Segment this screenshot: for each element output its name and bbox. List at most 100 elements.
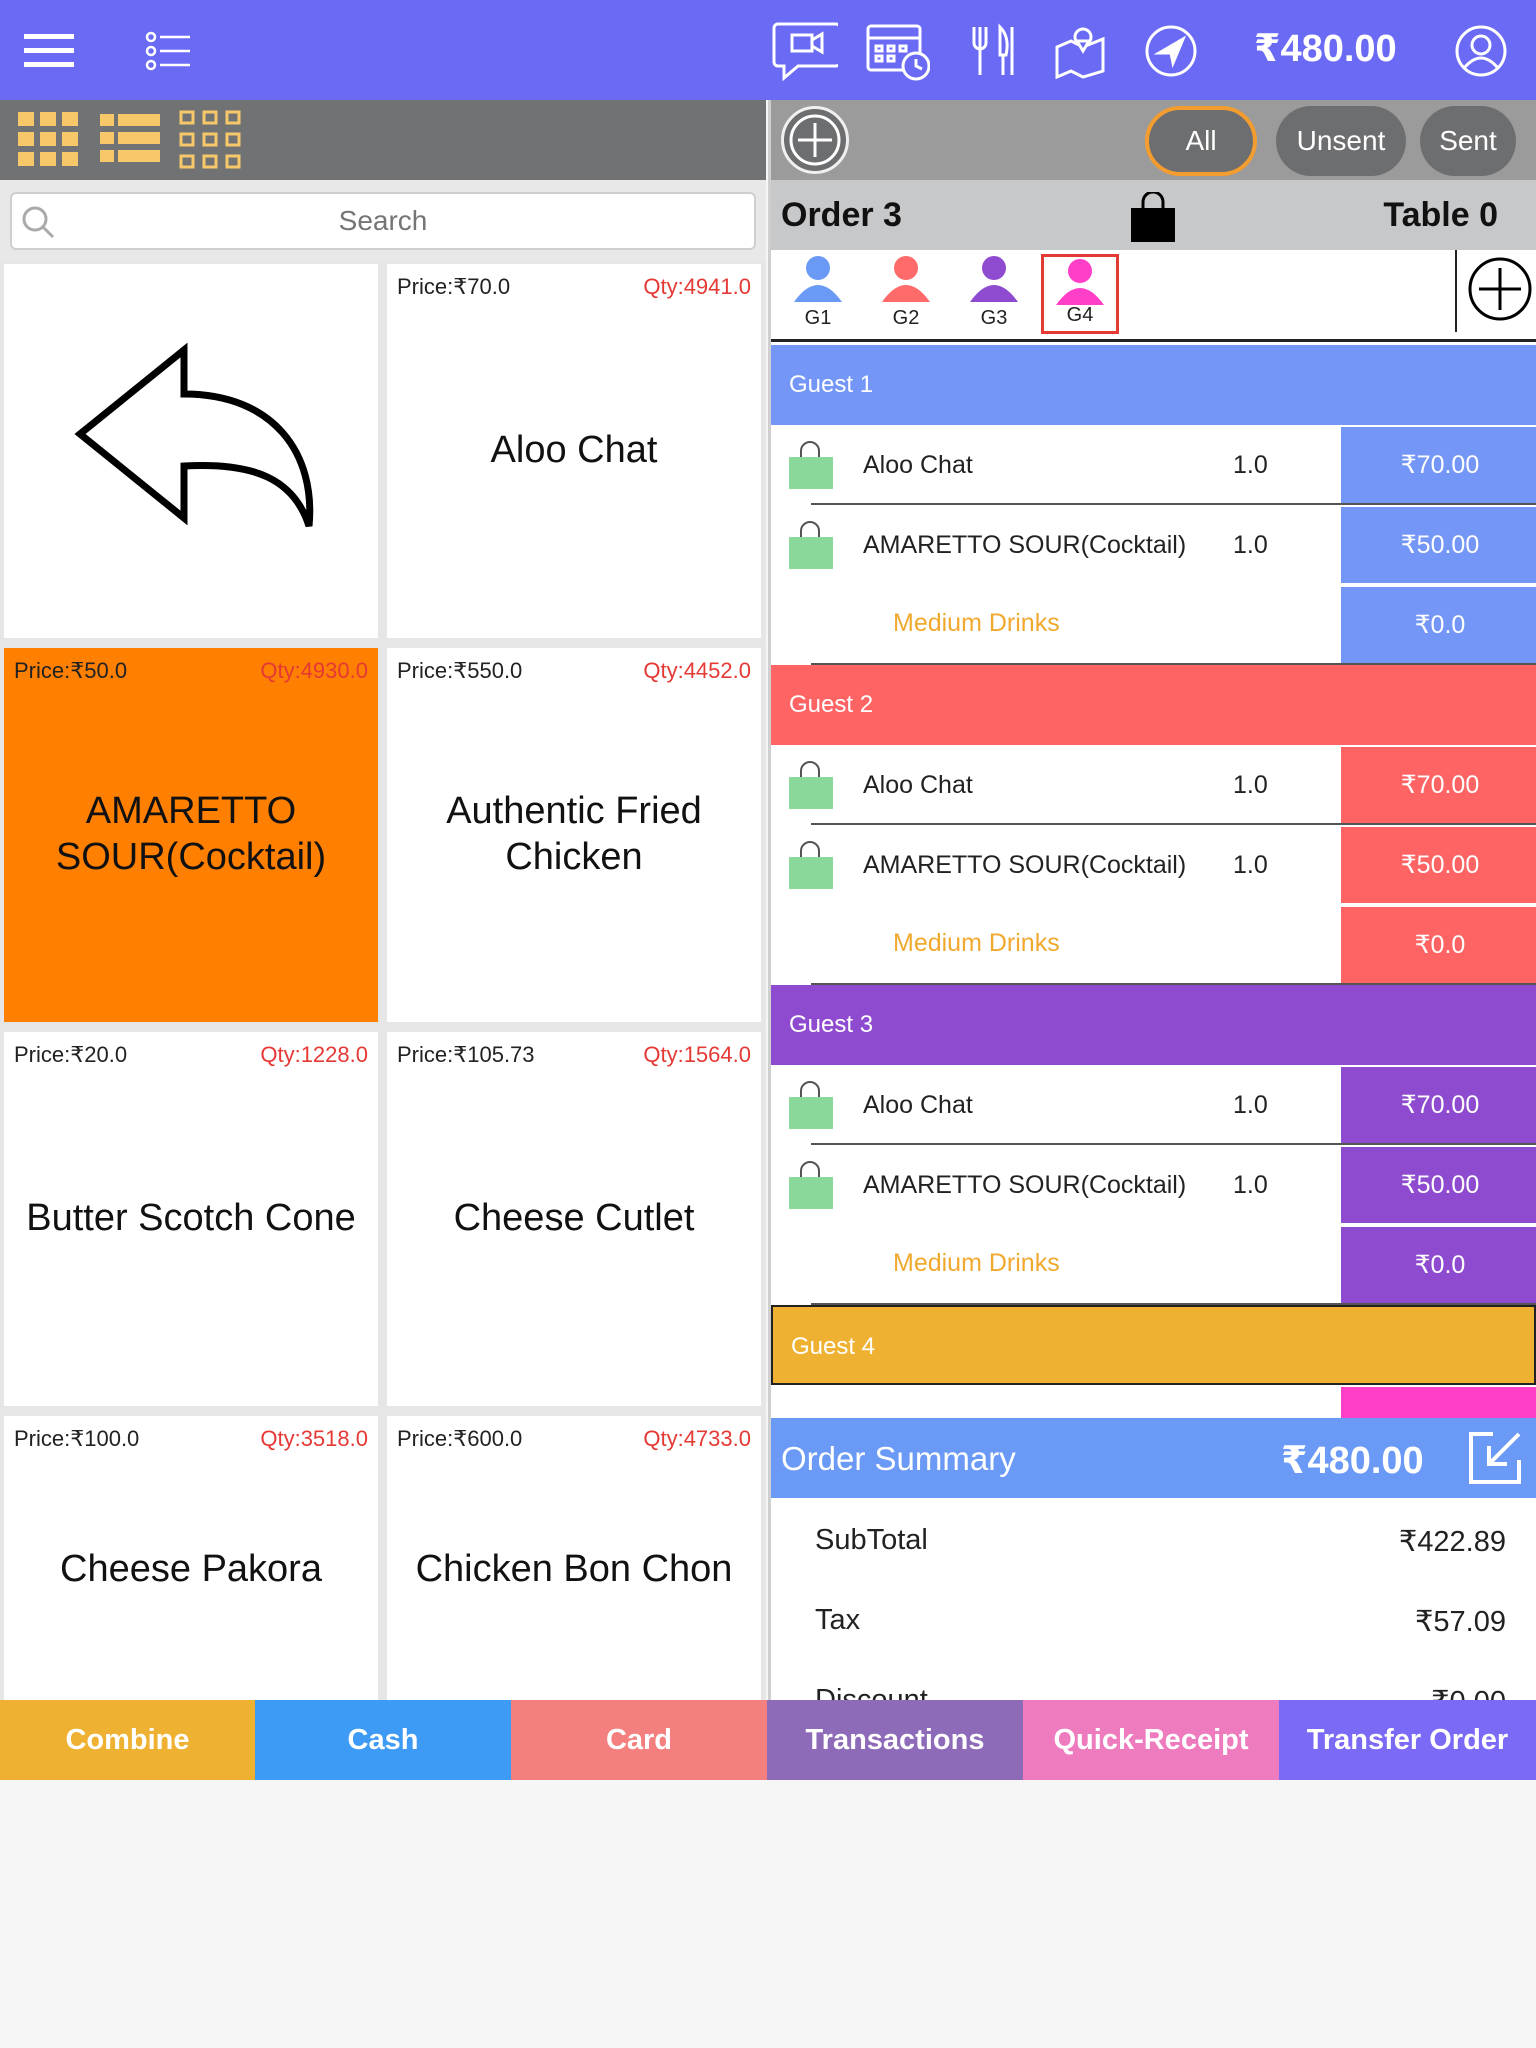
order-item-row[interactable]: Aloo Chat 1.0 ₹70.00 (771, 745, 1536, 825)
discount-value: ₹0.00 (1431, 1684, 1506, 1700)
item-name: AMARETTO SOUR(Cocktail) (55, 790, 327, 878)
guest-tab-g3[interactable]: G3 (955, 254, 1033, 334)
cash-button[interactable]: Cash (255, 1700, 511, 1780)
bag-icon (787, 1161, 833, 1216)
combine-button[interactable]: Combine (0, 1700, 255, 1780)
map-pin-icon[interactable] (1048, 18, 1114, 84)
person-icon (794, 256, 842, 302)
order-item-row[interactable]: Aloo Chat 1.0 ₹70.00 (771, 425, 1536, 505)
filter-unsent-button[interactable]: Unsent (1276, 106, 1406, 176)
item-price: ₹50.00 (1341, 507, 1536, 583)
large-grid-view-icon[interactable] (16, 108, 80, 172)
order-item-row[interactable]: AMARETTO SOUR(Cocktail) 1.0 ₹50.00 (771, 1145, 1536, 1225)
list-view-icon[interactable] (98, 108, 162, 172)
person-icon (970, 256, 1018, 302)
menu-item-tile[interactable]: Price:₹105.73 Qty:1564.0 Cheese Cutlet (387, 1032, 761, 1406)
item-qty: 1.0 (1233, 451, 1268, 479)
transactions-button[interactable]: Transactions (767, 1700, 1023, 1780)
item-name: Chicken Bon Chon (415, 1548, 733, 1591)
row-divider (811, 1303, 1536, 1305)
guest-tab-g2[interactable]: G2 (867, 254, 945, 334)
item-qty: 1.0 (1233, 1091, 1268, 1119)
search-icon (20, 204, 56, 245)
modifier-row[interactable]: Medium Drinks ₹0.0 (771, 905, 1536, 985)
fork-knife-icon[interactable] (958, 18, 1024, 84)
person-icon (882, 256, 930, 302)
bag-icon (787, 1081, 833, 1136)
discount-row: Discount ₹0.00 (771, 1658, 1536, 1700)
quick-receipt-button[interactable]: Quick-Receipt (1023, 1700, 1279, 1780)
guest-section-header[interactable]: Guest 2 (771, 665, 1536, 745)
subtotal-row: SubTotal ₹422.89 (771, 1498, 1536, 1578)
plus-circle-icon (1468, 257, 1532, 321)
calendar-clock-icon[interactable] (864, 18, 930, 84)
menu-item-tile[interactable]: Price:₹600.0 Qty:4733.0 Chicken Bon Chon (387, 1416, 761, 1700)
chat-video-icon[interactable] (772, 18, 838, 84)
search-bar (0, 180, 766, 262)
bag-icon (787, 841, 833, 896)
order-title: Order 3 (781, 196, 902, 234)
filter-all-button[interactable]: All (1145, 106, 1257, 176)
guest-section-header[interactable]: Guest 1 (771, 345, 1536, 425)
modifier-name: Medium Drinks (893, 1249, 1060, 1277)
modifier-row[interactable]: Medium Drinks ₹0.0 (771, 585, 1536, 665)
tax-row: Tax ₹57.09 (771, 1578, 1536, 1658)
guest-tab-g4[interactable]: G4 (1041, 254, 1119, 334)
add-order-button[interactable] (781, 106, 849, 174)
person-icon (1056, 259, 1104, 305)
filter-sent-button[interactable]: Sent (1420, 106, 1516, 176)
order-item-list: Guest 1 Aloo Chat 1.0 ₹70.00 AMARETTO SO… (771, 345, 1536, 1425)
modifier-price: ₹0.0 (1341, 587, 1536, 663)
summary-title: Order Summary (781, 1440, 1016, 1477)
item-name: Authentic Fried Chicken (446, 790, 702, 878)
order-header: Order 3 Table 0 (771, 180, 1536, 250)
order-filter-bar: All Unsent Sent (771, 100, 1536, 180)
menu-item-tile[interactable]: Price:₹550.0 Qty:4452.0 Authentic Fried … (387, 648, 761, 1022)
navigation-arrow-icon[interactable] (1138, 18, 1204, 84)
add-guest-button[interactable] (1467, 256, 1533, 327)
menu-item-tile[interactable]: Price:₹100.0 Qty:3518.0 Cheese Pakora (4, 1416, 378, 1700)
list-icon[interactable] (136, 18, 202, 84)
guest-section-header[interactable]: Guest 4 (771, 1305, 1536, 1385)
summary-total: ₹480.00 (1281, 1440, 1424, 1482)
bag-icon (787, 521, 833, 576)
menu-item-tile-selected[interactable]: Price:₹50.0 Qty:4930.0 AMARETTO SOUR(Coc… (4, 648, 378, 1022)
item-qty: 1.0 (1233, 1171, 1268, 1199)
item-name: Aloo Chat (863, 771, 973, 799)
card-button[interactable]: Card (511, 1700, 767, 1780)
item-qty: 1.0 (1233, 531, 1268, 559)
guest-section-header[interactable]: Guest 3 (771, 985, 1536, 1065)
order-item-row[interactable]: AMARETTO SOUR(Cocktail) 1.0 ₹50.00 (771, 825, 1536, 905)
guest-tabs: G1 G2 G3 G4 (771, 250, 1536, 342)
menu-panel: Price:₹70.0 Qty:4941.0 Aloo Chat Price:₹… (0, 100, 766, 1700)
back-tile[interactable] (4, 264, 378, 638)
order-summary: Order Summary ₹480.00 SubTotal ₹422.89 T… (771, 1418, 1536, 1700)
menu-item-tile[interactable]: Price:₹20.0 Qty:1228.0 Butter Scotch Con… (4, 1032, 378, 1406)
order-item-row[interactable]: AMARETTO SOUR(Cocktail) 1.0 ₹50.00 (771, 505, 1536, 585)
pos-app: ₹480.00 Search Price:₹70.0 Qty:4941.0 Al… (0, 0, 1536, 1780)
small-grid-view-icon[interactable] (178, 108, 242, 172)
menu-item-tile[interactable]: Price:₹70.0 Qty:4941.0 Aloo Chat (387, 264, 761, 638)
user-icon[interactable] (1448, 18, 1514, 84)
item-name: AMARETTO SOUR(Cocktail) (863, 851, 1187, 879)
modifier-row[interactable]: Medium Drinks ₹0.0 (771, 1225, 1536, 1305)
item-name: Cheese Pakora (60, 1548, 322, 1591)
guest-tab-label: G4 (1066, 304, 1094, 326)
transfer-order-button[interactable]: Transfer Order (1279, 1700, 1536, 1780)
item-price: ₹70.00 (1341, 747, 1536, 823)
order-item-row[interactable]: Aloo Chat 1.0 ₹70.00 (771, 1065, 1536, 1145)
collapse-arrow-icon[interactable] (1463, 1428, 1525, 1493)
search-input[interactable] (12, 194, 754, 248)
view-mode-bar (0, 100, 766, 180)
order-summary-header[interactable]: Order Summary ₹480.00 (771, 1418, 1536, 1498)
guest-tab-label: G2 (892, 307, 920, 329)
item-name: Cheese Cutlet (453, 1197, 695, 1240)
guest-tab-g1[interactable]: G1 (779, 254, 857, 334)
item-price: ₹50.00 (1341, 1147, 1536, 1223)
shopping-bag-icon[interactable] (1129, 190, 1177, 249)
discount-label: Discount (815, 1684, 928, 1700)
tax-value: ₹57.09 (1414, 1606, 1506, 1638)
modifier-name: Medium Drinks (893, 609, 1060, 637)
item-price: ₹50.00 (1341, 827, 1536, 903)
hamburger-menu-icon[interactable] (16, 18, 82, 84)
